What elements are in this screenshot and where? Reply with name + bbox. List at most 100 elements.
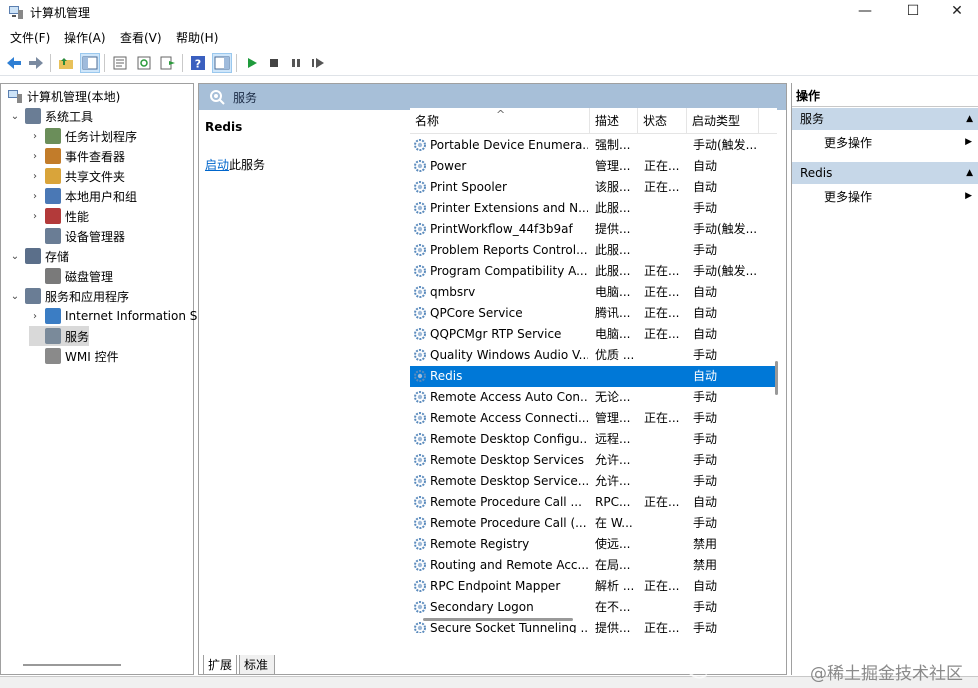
- start-service-link[interactable]: 启动: [205, 158, 229, 172]
- refresh-icon[interactable]: [134, 53, 154, 73]
- tree-item[interactable]: › 本地用户和组: [29, 186, 137, 206]
- tree-item[interactable]: › 性能: [29, 206, 89, 226]
- tree-item-label: 系统工具: [45, 109, 94, 124]
- service-status: 正在...: [644, 306, 680, 320]
- service-row[interactable]: QQPCMgr RTP Service 电脑... 正在... 自动: [410, 324, 777, 345]
- service-status: [644, 240, 686, 261]
- action-pane-icon[interactable]: [212, 53, 232, 73]
- pause-service-icon[interactable]: [286, 53, 306, 73]
- up-folder-icon[interactable]: [56, 53, 76, 73]
- service-row[interactable]: RPC Endpoint Mapper 解析 ... 正在... 自动: [410, 576, 777, 597]
- expand-down-icon[interactable]: ⌄: [9, 251, 21, 262]
- tree-item[interactable]: › 共享文件夹: [29, 166, 125, 186]
- column-name[interactable]: 名称 ^: [410, 108, 590, 134]
- back-icon[interactable]: [4, 53, 24, 73]
- expand-right-icon[interactable]: ›: [29, 131, 41, 142]
- tree-horizontal-scrollbar[interactable]: [23, 664, 121, 666]
- expand-right-icon[interactable]: ›: [29, 311, 41, 322]
- service-row[interactable]: Redis 自动: [410, 366, 777, 387]
- column-startup-type[interactable]: 启动类型: [687, 108, 759, 134]
- service-name: Print Spooler: [430, 180, 507, 194]
- service-row[interactable]: Remote Access Connecti... 管理... 正在... 手动: [410, 408, 777, 429]
- service-row[interactable]: Routing and Remote Acc... 在局... 禁用: [410, 555, 777, 576]
- service-start: 自动: [693, 306, 718, 320]
- service-status: [644, 387, 686, 408]
- service-row[interactable]: PrintWorkflow_44f3b9af 提供... 手动(触发...: [410, 219, 777, 240]
- forward-icon[interactable]: [26, 53, 46, 73]
- tree-item[interactable]: WMI 控件: [29, 346, 119, 366]
- tree-item[interactable]: › 事件查看器: [29, 146, 125, 166]
- service-row[interactable]: Remote Desktop Services 允许... 手动: [410, 450, 777, 471]
- expand-down-icon[interactable]: ⌄: [9, 111, 21, 122]
- help-icon[interactable]: ?: [188, 53, 208, 73]
- service-row[interactable]: Remote Procedure Call ... RPC... 正在... 自动: [410, 492, 777, 513]
- actions-section-redis-label: Redis: [800, 166, 833, 180]
- tree-item[interactable]: › Internet Information S: [29, 306, 197, 326]
- service-row[interactable]: Program Compatibility A... 此服... 正在... 手动(触…: [410, 261, 777, 282]
- list-horizontal-scrollbar[interactable]: [423, 618, 573, 621]
- tab-extended[interactable]: 扩展: [203, 655, 237, 675]
- stop-service-icon[interactable]: [264, 53, 284, 73]
- service-row[interactable]: Remote Desktop Configu... 远程... 手动: [410, 429, 777, 450]
- service-status: 正在...: [644, 285, 680, 299]
- watermark: CSDN @sun: [584, 646, 772, 681]
- tree-item[interactable]: 服务: [29, 326, 90, 346]
- service-row[interactable]: Problem Reports Control... 此服... 手动: [410, 240, 777, 261]
- service-status: 正在...: [644, 159, 680, 173]
- column-description[interactable]: 描述: [590, 108, 638, 134]
- service-row[interactable]: Secondary Logon 在不... 手动: [410, 597, 777, 618]
- actions-section-redis[interactable]: Redis ▲: [792, 162, 978, 184]
- expand-down-icon[interactable]: ⌄: [9, 291, 21, 302]
- expand-right-icon[interactable]: ›: [29, 211, 41, 222]
- actions-title: 操作: [792, 85, 978, 107]
- actions-section-services[interactable]: 服务 ▲: [792, 108, 978, 130]
- menu-view[interactable]: 查看(V): [120, 29, 162, 46]
- service-row[interactable]: Portable Device Enumera... 强制... 手动(触发...: [410, 135, 777, 156]
- service-row[interactable]: QPCore Service 腾讯... 正在... 自动: [410, 303, 777, 324]
- more-actions-redis[interactable]: 更多操作: [824, 187, 872, 207]
- start-service-icon[interactable]: [242, 53, 262, 73]
- tree-item[interactable]: 设备管理器: [29, 226, 125, 246]
- tree-item[interactable]: ⌄ 系统工具: [9, 106, 93, 126]
- service-row[interactable]: Print Spooler 该服... 正在... 自动: [410, 177, 777, 198]
- expand-right-icon[interactable]: ›: [29, 171, 41, 182]
- menu-file[interactable]: 文件(F): [10, 29, 50, 46]
- list-vertical-scrollbar[interactable]: [775, 361, 778, 395]
- menu-action[interactable]: 操作(A): [64, 29, 106, 46]
- service-desc: 解析 ...: [595, 579, 635, 593]
- column-status[interactable]: 状态: [638, 108, 687, 134]
- service-row[interactable]: Remote Desktop Service... 允许... 手动: [410, 471, 777, 492]
- maximize-button[interactable]: ☐: [890, 0, 936, 24]
- tree-item[interactable]: ⌄ 服务和应用程序: [9, 286, 129, 306]
- service-row[interactable]: Remote Registry 使远... 禁用: [410, 534, 777, 555]
- restart-service-icon[interactable]: [308, 53, 328, 73]
- computer-management-icon: [8, 90, 22, 103]
- service-row[interactable]: Remote Access Auto Con... 无论... 手动: [410, 387, 777, 408]
- expand-right-icon[interactable]: ›: [29, 151, 41, 162]
- window-title: 计算机管理: [30, 6, 91, 20]
- service-status: [644, 450, 686, 471]
- tree-root[interactable]: 计算机管理(本地): [7, 86, 120, 106]
- service-row[interactable]: qmbsrv 电脑... 正在... 自动: [410, 282, 777, 303]
- export-list-icon[interactable]: [158, 53, 178, 73]
- computer-management-icon: [9, 6, 23, 19]
- collapse-up-icon[interactable]: ▲: [966, 162, 973, 184]
- service-row[interactable]: Printer Extensions and N... 此服... 手动: [410, 198, 777, 219]
- minimize-button[interactable]: —: [842, 0, 888, 24]
- collapse-up-icon[interactable]: ▲: [966, 108, 973, 130]
- service-gear-icon: [414, 538, 426, 550]
- service-row[interactable]: Power 管理... 正在... 自动: [410, 156, 777, 177]
- expand-right-icon[interactable]: ›: [29, 191, 41, 202]
- menu-help[interactable]: 帮助(H): [176, 29, 218, 46]
- service-row[interactable]: Quality Windows Audio V... 优质 ... 手动: [410, 345, 777, 366]
- show-hide-tree-icon[interactable]: [80, 53, 100, 73]
- service-row[interactable]: Remote Procedure Call (... 在 W... 手动: [410, 513, 777, 534]
- close-button[interactable]: ✕: [934, 0, 978, 24]
- tree-item[interactable]: 磁盘管理: [29, 266, 113, 286]
- more-actions-services[interactable]: 更多操作: [824, 133, 872, 153]
- properties-icon[interactable]: [110, 53, 130, 73]
- tab-standard[interactable]: 标准: [239, 655, 275, 675]
- tree-item[interactable]: › 任务计划程序: [29, 126, 137, 146]
- service-desc: 此服...: [595, 264, 631, 278]
- tree-item[interactable]: ⌄ 存储: [9, 246, 69, 266]
